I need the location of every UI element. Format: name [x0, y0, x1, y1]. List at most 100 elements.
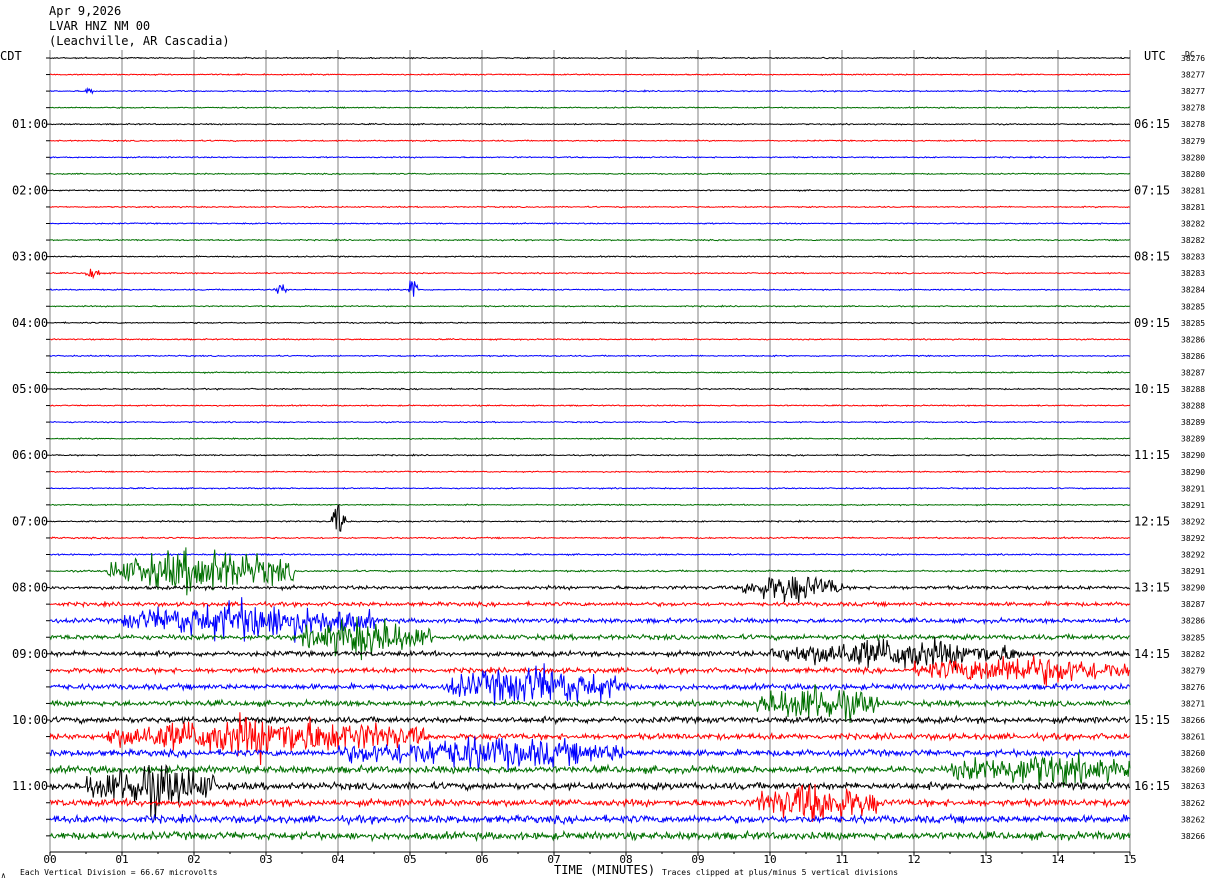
right-hour-label: 13:15: [1134, 581, 1170, 595]
dc-offset-label: 38287: [1181, 600, 1205, 609]
dc-offset-label: 38282: [1181, 236, 1205, 245]
right-hour-label: 15:15: [1134, 713, 1170, 727]
x-tick-label: 01: [115, 853, 128, 866]
dc-offset-label: 38280: [1181, 153, 1205, 162]
dc-offset-label: 38285: [1181, 633, 1205, 642]
x-tick-label: 03: [259, 853, 272, 866]
right-hour-label: 14:15: [1134, 647, 1170, 661]
left-hour-label: 11:00: [12, 779, 48, 793]
x-tick-label: 06: [475, 853, 488, 866]
dc-offset-label: 38281: [1181, 203, 1205, 212]
trace-17: [49, 321, 1131, 325]
trace-3: [49, 87, 1131, 95]
trace-1: [49, 56, 1131, 60]
dc-offset-label: 38266: [1181, 716, 1205, 725]
x-tick-label: 13: [979, 853, 992, 866]
seismogram-plot: 00 01 02 03 04 05 06 07 08 09 10 11 12 13 14 1538276382…: [0, 49, 1205, 880]
dc-offset-label: 38281: [1181, 186, 1205, 195]
x-tick-label: 15: [1123, 853, 1136, 866]
dc-offset-label: 38292: [1181, 551, 1205, 560]
left-hour-label: 08:00: [12, 581, 48, 595]
dc-offset-label: 38282: [1181, 650, 1205, 659]
trace-4: [50, 106, 1131, 110]
trace-29: [49, 504, 1131, 532]
dc-offset-label: 38263: [1181, 782, 1205, 791]
trace-27: [49, 486, 1130, 490]
dc-header-label: DC: [1185, 50, 1195, 59]
x-tick-label: 02: [187, 853, 200, 866]
trace-31: [49, 552, 1131, 557]
right-hour-label: 09:15: [1134, 316, 1170, 330]
trace-7: [49, 155, 1131, 159]
right-hour-label: 07:15: [1134, 183, 1170, 197]
trace-28: [49, 503, 1131, 507]
left-hour-label: 05:00: [12, 382, 48, 396]
x-tick-label: 11: [835, 853, 848, 866]
left-hour-label: 03:00: [12, 250, 48, 264]
trace-16: [50, 304, 1131, 308]
trace-25: [50, 453, 1131, 457]
trace-24: [49, 437, 1130, 441]
dc-offset-label: 38290: [1181, 584, 1205, 593]
x-tick-label: 09: [691, 853, 704, 866]
trace-19: [49, 354, 1131, 358]
right-timezone-label: UTC: [1144, 49, 1166, 63]
right-hour-label: 16:15: [1134, 779, 1170, 793]
grid: [46, 50, 1131, 856]
right-hour-label: 12:15: [1134, 514, 1170, 528]
dc-offset-label: 38261: [1181, 733, 1205, 742]
right-hour-label: 11:15: [1134, 448, 1170, 462]
dc-offset-label: 38284: [1181, 286, 1205, 295]
trace-15: [49, 280, 1131, 297]
trace-23: [49, 420, 1131, 424]
traces: [49, 56, 1131, 843]
left-hour-label: 09:00: [12, 647, 48, 661]
dc-offset-label: 38279: [1181, 666, 1205, 675]
trace-45: [49, 764, 1131, 821]
dc-offset-label: 38282: [1181, 220, 1205, 229]
trace-20: [49, 370, 1131, 375]
dc-offset-label: 38271: [1181, 699, 1205, 708]
x-tick-label: 05: [403, 853, 416, 866]
dc-offset-label: 38286: [1181, 617, 1205, 626]
dc-offset-label: 38289: [1181, 435, 1205, 444]
trace-11: [49, 222, 1130, 226]
dc-offset-label: 38286: [1181, 352, 1205, 361]
trace-34: [49, 599, 1131, 609]
trace-47: [49, 812, 1131, 826]
dc-offset-label: 38278: [1181, 120, 1205, 129]
dc-offset-label: 38288: [1181, 402, 1205, 411]
right-hour-label: 06:15: [1134, 117, 1170, 131]
dc-offset-label: 38291: [1181, 484, 1205, 493]
dc-offset-label: 38260: [1181, 749, 1205, 758]
dc-offset-label: 38292: [1181, 534, 1205, 543]
trace-46: [49, 783, 1131, 823]
clip-note: Traces clipped at plus/minus 5 vertical …: [662, 868, 898, 877]
left-timezone-label: CDT: [0, 49, 22, 63]
dc-offset-label: 38283: [1181, 269, 1205, 278]
corner-mark: ∧: [1, 871, 6, 880]
right-hour-label: 10:15: [1134, 382, 1170, 396]
trace-48: [49, 829, 1131, 843]
x-tick-label: 12: [907, 853, 920, 866]
trace-21: [49, 387, 1131, 391]
dc-offset-label: 38277: [1181, 87, 1205, 96]
trace-37: [49, 636, 1131, 671]
dc-offset-label: 38291: [1181, 501, 1205, 510]
trace-18: [49, 337, 1131, 341]
dc-offset-label: 38289: [1181, 418, 1205, 427]
dc-offset-label: 38287: [1181, 368, 1205, 377]
trace-33: [49, 575, 1131, 604]
trace-22: [49, 404, 1131, 408]
trace-38: [49, 655, 1130, 687]
trace-13: [49, 255, 1130, 258]
x-tick-label: 00: [43, 853, 56, 866]
dc-offset-label: 38280: [1181, 170, 1205, 179]
right-hour-label: 08:15: [1134, 250, 1170, 264]
dc-offset-label: 38277: [1181, 71, 1205, 80]
trace-10: [49, 205, 1131, 209]
left-hour-label: 02:00: [12, 183, 48, 197]
left-hour-label: 07:00: [12, 514, 48, 528]
left-hour-label: 01:00: [12, 117, 48, 131]
trace-5: [49, 122, 1131, 126]
